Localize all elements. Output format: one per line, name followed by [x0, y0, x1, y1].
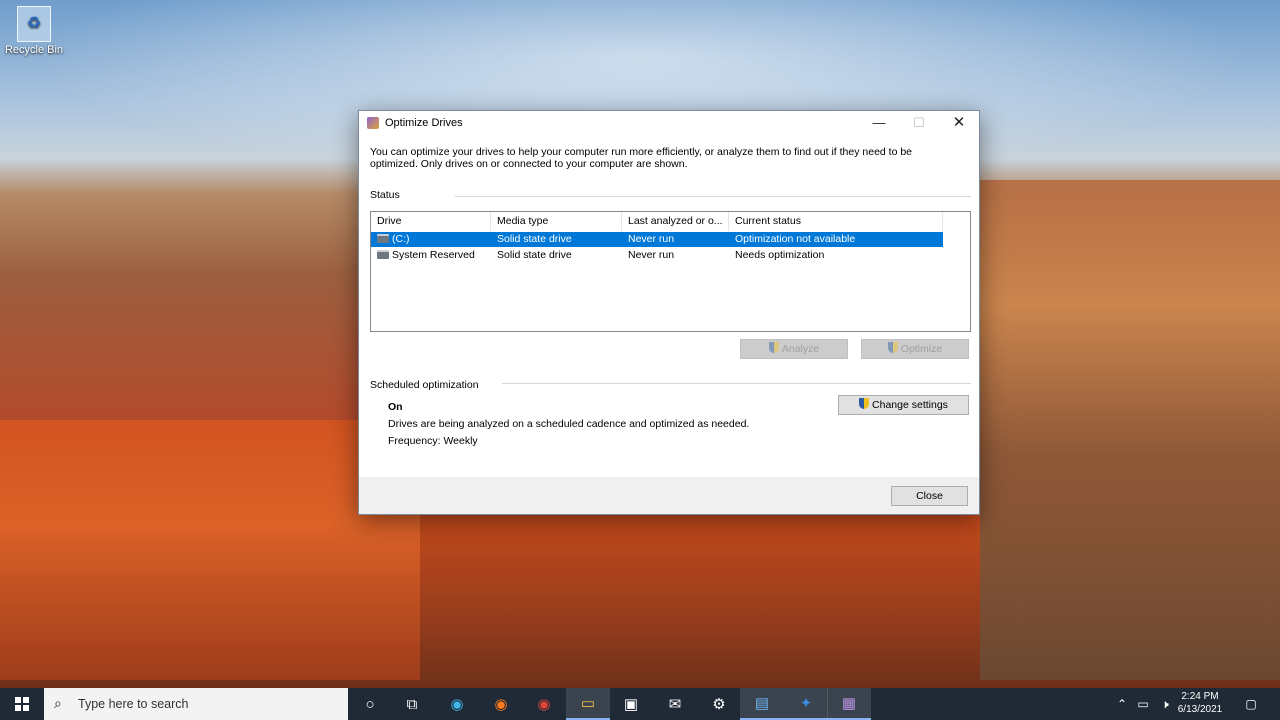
column-header-media-type[interactable]: Media type: [491, 212, 622, 231]
schedule-description: Drives are being analyzed on a scheduled…: [388, 418, 750, 430]
shield-icon: [859, 398, 870, 409]
windows-logo-icon: [15, 697, 29, 711]
azure-icon[interactable]: ✦: [784, 688, 828, 720]
drive-cell: (C:): [371, 232, 491, 247]
close-window-button[interactable]: ✕: [939, 111, 979, 135]
network-icon[interactable]: ▭: [1132, 688, 1154, 720]
title-bar[interactable]: Optimize Drives — ☐ ✕: [359, 111, 979, 135]
store-icon[interactable]: ▣: [609, 688, 653, 720]
optimize-drives-window: Optimize Drives — ☐ ✕ You can optimize y…: [358, 110, 980, 515]
list-header: Drive Media type Last analyzed or o... C…: [371, 212, 943, 231]
minimize-button[interactable]: —: [859, 111, 899, 135]
search-icon: ⌕: [54, 695, 62, 711]
recycle-bin-icon: ♻: [17, 6, 51, 42]
chevron-up-icon[interactable]: ⌃: [1112, 688, 1132, 720]
status-heading: Status: [370, 189, 400, 201]
taskbar: ⌕ Type here to search ○ ⧉ ◉ ◉ ◉ ▭ ▣ ✉ ⚙ …: [0, 688, 1280, 720]
close-button[interactable]: Close: [891, 486, 968, 506]
window-title: Optimize Drives: [385, 117, 463, 129]
settings-icon[interactable]: ⚙: [697, 688, 741, 720]
mail-icon[interactable]: ✉: [653, 688, 697, 720]
column-header-drive[interactable]: Drive: [371, 212, 491, 231]
desktop-icon-recycle-bin[interactable]: ♻ Recycle Bin: [4, 6, 64, 56]
task-view-icon[interactable]: ⧉: [390, 688, 434, 720]
file-explorer-icon[interactable]: ▭: [566, 688, 610, 720]
drive-cell: System Reserved: [371, 248, 491, 263]
status-cell: Needs optimization: [735, 249, 825, 261]
shield-icon: [768, 342, 779, 353]
last-analyzed-cell: Never run: [628, 249, 675, 261]
list-item[interactable]: (C:) Solid state drive Never run Optimiz…: [371, 232, 943, 247]
wallpaper-cliff: [0, 420, 420, 680]
wallpaper-cliff: [980, 180, 1280, 680]
drive-icon: [377, 250, 389, 259]
firefox-icon[interactable]: ◉: [479, 688, 523, 720]
divider: [455, 196, 971, 197]
clock-time: 2:24 PM: [1181, 691, 1219, 702]
chrome-icon[interactable]: ◉: [522, 688, 566, 720]
drive-icon: [377, 234, 389, 243]
edge-icon[interactable]: ◉: [435, 688, 479, 720]
defrag-icon: [367, 117, 379, 129]
control-panel-icon[interactable]: ▤: [740, 688, 784, 720]
last-analyzed-cell: Never run: [628, 233, 675, 245]
column-header-last-analyzed[interactable]: Last analyzed or o...: [622, 212, 729, 231]
scheduled-heading: Scheduled optimization: [370, 379, 479, 391]
change-settings-button[interactable]: Change settings: [838, 395, 969, 415]
media-type-cell: Solid state drive: [497, 233, 572, 245]
divider: [502, 383, 971, 384]
start-button[interactable]: [0, 688, 44, 720]
taskbar-clock[interactable]: 2:24 PM 6/13/2021: [1170, 690, 1230, 716]
status-cell: Optimization not available: [735, 233, 856, 245]
cortana-icon[interactable]: ○: [348, 688, 392, 720]
notification-icon[interactable]: ▢: [1236, 688, 1266, 720]
dialog-footer: Close: [359, 477, 979, 514]
clock-date: 6/13/2021: [1177, 704, 1223, 715]
schedule-state: On: [388, 401, 403, 413]
drives-list[interactable]: Drive Media type Last analyzed or o... C…: [370, 211, 971, 332]
intro-text: You can optimize your drives to help you…: [370, 146, 913, 170]
defrag-icon[interactable]: ▦: [827, 688, 871, 720]
list-item[interactable]: System Reserved Solid state drive Never …: [371, 248, 943, 263]
search-placeholder: Type here to search: [78, 697, 189, 711]
shield-icon: [887, 342, 898, 353]
schedule-frequency: Frequency: Weekly: [388, 435, 478, 447]
analyze-button[interactable]: Analyze: [740, 339, 848, 359]
maximize-button[interactable]: ☐: [899, 111, 939, 135]
column-header-current-status[interactable]: Current status: [729, 212, 943, 231]
desktop-icon-label: Recycle Bin: [4, 44, 64, 56]
taskbar-search-box[interactable]: ⌕ Type here to search: [44, 688, 348, 720]
media-type-cell: Solid state drive: [497, 249, 572, 261]
optimize-button[interactable]: Optimize: [861, 339, 969, 359]
